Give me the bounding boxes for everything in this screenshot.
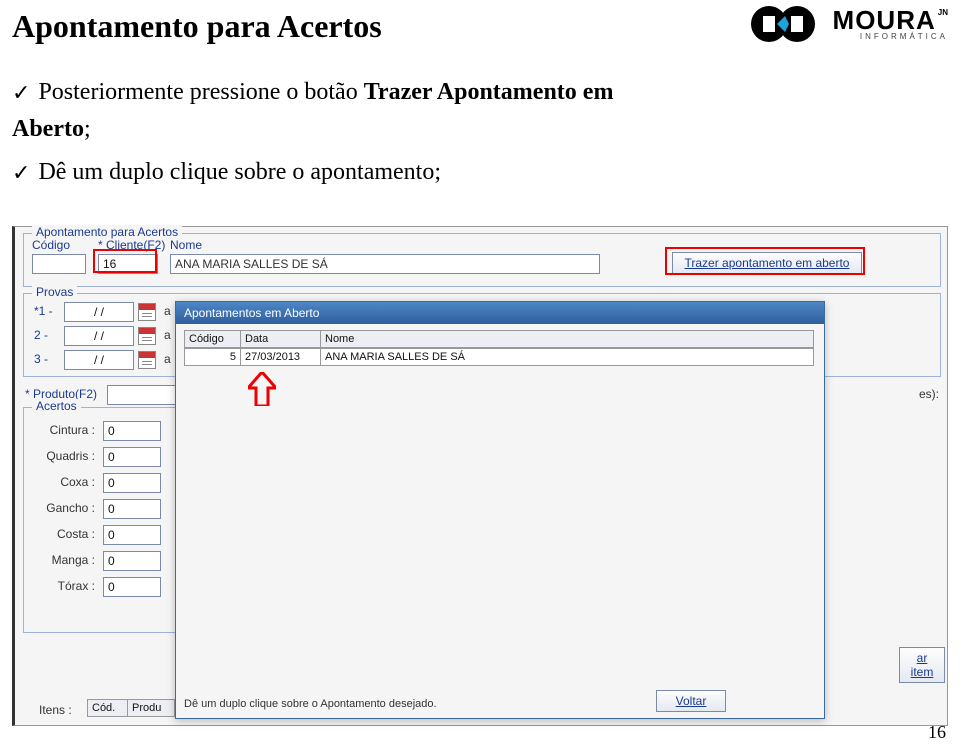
itens-col-cod: Cód. — [87, 699, 127, 717]
nome-label: Nome — [170, 238, 202, 252]
calendar-icon[interactable] — [138, 351, 156, 369]
section-apontamento: Apontamento para Acertos Código * Client… — [23, 233, 941, 287]
prova-2-date[interactable]: / / — [64, 326, 134, 346]
instr-line1-b: Trazer Apontamento em — [364, 79, 614, 105]
cell-data: 27/03/2013 — [240, 348, 320, 366]
dialog-title: Apontamentos em Aberto — [176, 302, 824, 324]
m-coxa-val[interactable]: 0 — [103, 473, 161, 493]
prova-2-as: a — [164, 328, 171, 342]
prova-row-1-lbl: *1 - — [34, 304, 53, 318]
section-apontamento-legend: Apontamento para Acertos — [32, 225, 182, 239]
m-coxa-lbl: Coxa : — [35, 475, 95, 489]
up-arrow-icon — [248, 372, 276, 406]
btn-voltar[interactable]: Voltar — [656, 690, 726, 712]
page-number: 16 — [928, 722, 946, 743]
nome-display: ANA MARIA SALLES DE SÁ — [170, 254, 600, 274]
codigo-label: Código — [32, 238, 70, 252]
prova-3-as: a — [164, 352, 171, 366]
brand-logo: MOURA JN INFORMÁTICA — [749, 4, 948, 44]
m-manga-lbl: Manga : — [35, 553, 95, 567]
page-title: Apontamento para Acertos — [12, 8, 382, 45]
instructions-block: ✓ Posteriormente pressione o botão Trazer… — [12, 74, 948, 192]
prova-1-date[interactable]: / / — [64, 302, 134, 322]
cell-codigo: 5 — [184, 348, 240, 366]
itens-col-produ: Produ — [127, 699, 175, 717]
m-torax-val[interactable]: 0 — [103, 577, 161, 597]
instr-line3: Dê um duplo clique sobre o apontamento; — [38, 159, 441, 185]
m-torax-lbl: Tórax : — [35, 579, 95, 593]
brand-tagline: INFORMÁTICA — [833, 33, 948, 41]
app-window: Apontamento para Acertos Código * Client… — [12, 226, 948, 726]
col-codigo[interactable]: Código — [184, 330, 240, 348]
m-quadris-lbl: Quadris : — [35, 449, 95, 463]
m-manga-val[interactable]: 0 — [103, 551, 161, 571]
btn-item-partial[interactable]: ar item — [899, 647, 945, 683]
table-row[interactable]: 5 27/03/2013 ANA MARIA SALLES DE SÁ — [184, 348, 814, 366]
codigo-input[interactable] — [32, 254, 86, 274]
itens-label: Itens : — [39, 703, 72, 717]
cell-nome: ANA MARIA SALLES DE SÁ — [320, 348, 814, 366]
btn-trazer-apontamento[interactable]: Trazer apontamento em aberto — [672, 252, 862, 274]
es-hint: es): — [919, 387, 939, 401]
logo-mark-icon — [749, 4, 827, 44]
check-icon: ✓ — [12, 156, 30, 190]
prova-1-as: a — [164, 304, 171, 318]
m-costa-val[interactable]: 0 — [103, 525, 161, 545]
m-costa-lbl: Costa : — [35, 527, 95, 541]
calendar-icon[interactable] — [138, 327, 156, 345]
m-quadris-val[interactable]: 0 — [103, 447, 161, 467]
section-acertos-legend: Acertos — [32, 399, 81, 413]
brand-sub: JN — [938, 9, 948, 17]
check-icon: ✓ — [12, 76, 30, 110]
col-data[interactable]: Data — [240, 330, 320, 348]
section-provas-legend: Provas — [32, 285, 77, 299]
instr-line1-a: Posteriormente pressione o botão — [38, 79, 363, 105]
m-gancho-val[interactable]: 0 — [103, 499, 161, 519]
calendar-icon[interactable] — [138, 303, 156, 321]
dialog-hint: Dê um duplo clique sobre o Apontamento d… — [184, 698, 437, 710]
cliente-input[interactable]: 16 — [98, 254, 158, 274]
prova-row-2-lbl: 2 - — [34, 328, 48, 342]
dialog-apontamentos: Apontamentos em Aberto Código Data Nome … — [175, 301, 825, 719]
col-nome[interactable]: Nome — [320, 330, 814, 348]
m-gancho-lbl: Gancho : — [35, 501, 95, 515]
produto-input[interactable] — [107, 385, 177, 405]
instr-line2-b: ; — [84, 116, 91, 142]
m-cintura-lbl: Cintura : — [35, 423, 95, 437]
m-cintura-val[interactable]: 0 — [103, 421, 161, 441]
brand-text: MOURA — [833, 7, 936, 33]
prova-3-date[interactable]: / / — [64, 350, 134, 370]
prova-row-3-lbl: 3 - — [34, 352, 48, 366]
cliente-label: * Cliente(F2) — [98, 238, 165, 252]
instr-line2-a: Aberto — [12, 116, 84, 142]
